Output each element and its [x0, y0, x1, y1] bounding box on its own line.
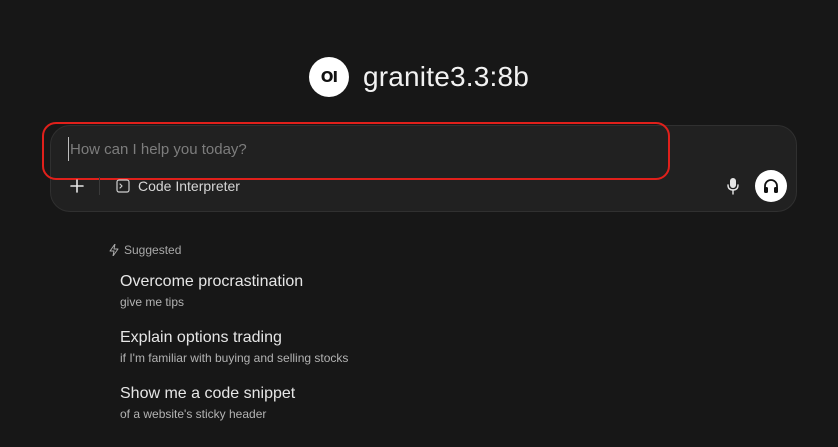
suggestion-item[interactable]: Explain options trading if I'm familiar …	[120, 328, 520, 366]
suggestion-subtitle: give me tips	[120, 295, 185, 309]
logo-text: OI	[320, 68, 338, 86]
suggestion-subtitle: of a website's sticky header	[120, 407, 267, 421]
code-interpreter-button[interactable]: Code Interpreter	[116, 177, 240, 195]
voice-mode-button[interactable]	[755, 170, 787, 202]
suggested-header: Suggested	[109, 243, 181, 257]
suggestion-title: Explain options trading	[120, 329, 282, 346]
toolbar-divider	[99, 177, 100, 195]
model-header: OI granite3.3:8b	[0, 55, 838, 99]
model-name[interactable]: granite3.3:8b	[363, 61, 529, 93]
prompt-input[interactable]	[68, 137, 660, 161]
suggestion-item[interactable]: Show me a code snippet of a website's st…	[120, 384, 520, 422]
chat-page: OI granite3.3:8b Code Interpreter	[0, 0, 838, 447]
suggestion-title: Show me a code snippet	[120, 385, 296, 402]
lightning-icon	[109, 244, 119, 256]
headphones-icon	[764, 179, 778, 193]
suggestion-subtitle: if I'm familiar with buying and selling …	[120, 351, 349, 365]
suggested-label: Suggested	[124, 243, 182, 257]
suggestion-title: Overcome procrastination	[120, 273, 304, 290]
terminal-icon	[116, 179, 130, 193]
code-interpreter-label: Code Interpreter	[138, 178, 240, 194]
add-attachment-button[interactable]	[66, 176, 88, 196]
microphone-icon	[727, 178, 739, 195]
suggestion-item[interactable]: Overcome procrastination give me tips	[120, 272, 520, 310]
plus-icon	[70, 179, 84, 193]
app-logo: OI	[308, 57, 349, 97]
microphone-button[interactable]	[722, 175, 744, 197]
